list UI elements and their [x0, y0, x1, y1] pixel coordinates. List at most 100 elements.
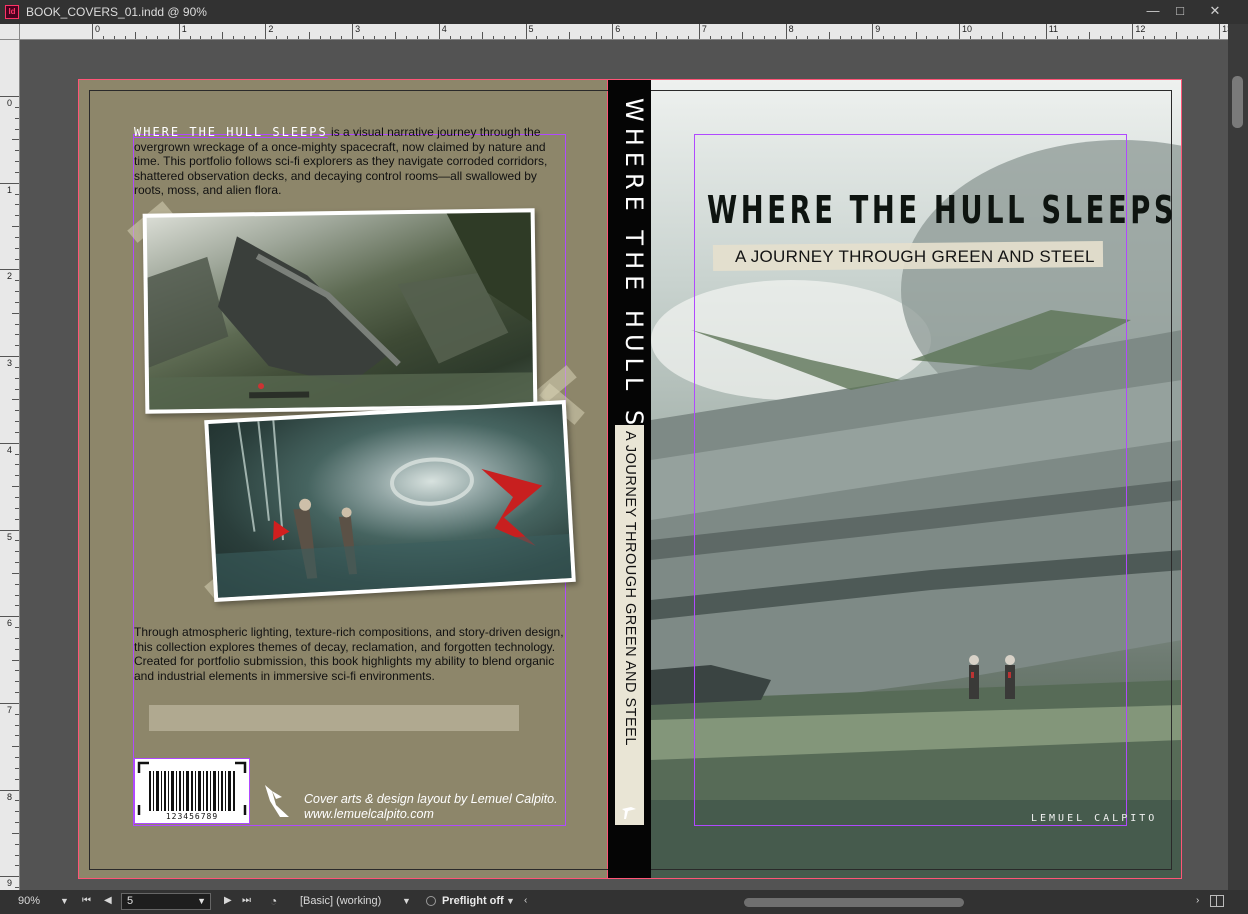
- previous-page-icon[interactable]: ◀: [104, 895, 112, 906]
- horizontal-scrollbar[interactable]: [530, 895, 1190, 909]
- page-number-field[interactable]: 5 ▼: [121, 893, 211, 910]
- ruler-label: 2: [268, 24, 274, 34]
- ruler-tick: [265, 24, 267, 39]
- ruler-label: 11: [1048, 24, 1059, 34]
- profile-dropdown-chevron-icon[interactable]: ▼: [402, 896, 411, 906]
- ruler-minor-tick: [568, 32, 570, 39]
- ruler-minor-tick: [742, 32, 744, 39]
- ruler-minor-tick: [1002, 32, 1004, 39]
- scroll-right-icon[interactable]: ›: [1196, 895, 1199, 906]
- ruler-tick: [352, 24, 354, 39]
- ruler-tick: [0, 616, 19, 618]
- first-page-icon[interactable]: ⏮: [82, 895, 91, 906]
- ruler-origin[interactable]: [0, 24, 20, 40]
- next-page-icon[interactable]: ▶: [224, 895, 232, 906]
- ruler-minor-tick: [915, 32, 917, 39]
- ruler-label: 4: [7, 444, 13, 455]
- ruler-label: 9: [7, 878, 13, 889]
- ruler-tick: [1219, 24, 1221, 39]
- flooded-corridor-photo[interactable]: [204, 400, 576, 602]
- author-name[interactable]: LEMUEL CALPITO: [1031, 813, 1157, 824]
- ruler-tick: [0, 789, 19, 791]
- title-bar: Id BOOK_COVERS_01.indd @ 90% — □ ✕: [0, 0, 1248, 24]
- ruler-label: 8: [7, 791, 13, 802]
- ruler-label: 5: [528, 24, 534, 34]
- ruler-label: 1: [7, 184, 13, 195]
- preflight-profile[interactable]: [Basic] (working): [300, 895, 381, 907]
- back-outro-paragraph[interactable]: Through atmospheric lighting, texture-ri…: [134, 625, 566, 683]
- ruler-tick: [525, 24, 527, 39]
- ruler-tick: [0, 529, 19, 531]
- front-title[interactable]: WHERE THE HULL SLEEPS: [707, 188, 1174, 232]
- ruler-label: 1: [181, 24, 187, 34]
- ruler-tick: [612, 24, 614, 39]
- preflight-dropdown-chevron-icon[interactable]: ▼: [506, 896, 515, 906]
- ruler-minor-tick: [135, 32, 137, 39]
- ruler-minor-tick: [12, 572, 19, 574]
- isbn-barcode[interactable]: 123456789: [134, 758, 250, 824]
- back-cover[interactable]: WHERE THE HULL SLEEPS is a visual narrat…: [78, 79, 609, 879]
- designer-logo-icon: [265, 785, 289, 817]
- spine[interactable]: WHERE THE HULL SLEEPS A JOURNEY THROUGH …: [608, 79, 651, 879]
- ruler-tick: [178, 24, 180, 39]
- split-window-icon[interactable]: [1210, 895, 1224, 907]
- close-button[interactable]: ✕: [1198, 0, 1232, 24]
- scroll-left-icon[interactable]: ‹: [524, 895, 527, 906]
- ruler-label: 5: [7, 531, 13, 542]
- ruler-label: 9: [875, 24, 881, 34]
- credit-line-1: Cover arts & design layout by Lemuel Cal…: [304, 792, 558, 806]
- open-in-folder-icon[interactable]: ◔: [270, 894, 277, 908]
- spine-logo-icon: [622, 807, 636, 819]
- ruler-label: 0: [95, 24, 101, 34]
- horizontal-scroll-thumb[interactable]: [744, 898, 964, 907]
- ruler-label: 10: [962, 24, 973, 34]
- ruler-tick: [698, 24, 700, 39]
- ruler-minor-tick: [828, 32, 830, 39]
- ruler-tick: [0, 442, 19, 444]
- spine-subtitle: A JOURNEY THROUGH GREEN AND STEEL: [622, 431, 638, 746]
- ruler-minor-tick: [12, 832, 19, 834]
- preflight-status[interactable]: Preflight off: [442, 895, 504, 907]
- ruler-minor-tick: [395, 32, 397, 39]
- ruler-label: 7: [701, 24, 707, 34]
- ruler-label: 3: [355, 24, 361, 34]
- last-page-icon[interactable]: ⏭: [242, 895, 251, 906]
- ruler-label: 2: [7, 271, 13, 282]
- photo-image: [208, 404, 572, 598]
- ruler-label: 4: [441, 24, 447, 34]
- ruler-minor-tick: [308, 32, 310, 39]
- spine-subtitle-band: A JOURNEY THROUGH GREEN AND STEEL: [615, 425, 644, 825]
- ruler-label: 3: [7, 358, 13, 369]
- page-dropdown-chevron-icon[interactable]: ▼: [197, 894, 206, 909]
- ruler-minor-tick: [482, 32, 484, 39]
- ruler-tick: [0, 182, 19, 184]
- front-cover[interactable]: WHERE THE HULL SLEEPS A JOURNEY THROUGH …: [651, 79, 1182, 879]
- maximize-button[interactable]: □: [1163, 0, 1197, 24]
- ruler-minor-tick: [12, 486, 19, 488]
- wreck-landscape-photo[interactable]: [142, 208, 538, 414]
- document-title: BOOK_COVERS_01.indd @ 90%: [26, 5, 207, 19]
- back-intro-paragraph[interactable]: WHERE THE HULL SLEEPS is a visual narrat…: [134, 125, 566, 198]
- ruler-minor-tick: [12, 746, 19, 748]
- book-cover-spread[interactable]: WHERE THE HULL SLEEPS is a visual narrat…: [78, 79, 1182, 879]
- zoom-dropdown-chevron-icon[interactable]: ▼: [60, 896, 69, 906]
- vertical-scrollbar[interactable]: [1228, 24, 1248, 890]
- ruler-label: 7: [7, 704, 13, 715]
- barcode-number: 123456789: [165, 812, 219, 821]
- ruler-tick: [1132, 24, 1134, 39]
- credit-website: www.lemuelcalpito.com: [304, 807, 434, 821]
- vertical-ruler[interactable]: 0 1 2 3 4 5 6 7 8 9: [0, 40, 20, 890]
- horizontal-ruler[interactable]: 012345678910111213: [20, 24, 1228, 40]
- margin-guide: [694, 134, 1127, 826]
- ruler-minor-tick: [222, 32, 224, 39]
- preflight-status-icon: [426, 896, 436, 906]
- ruler-tick: [0, 356, 19, 358]
- design-credit: Cover arts & design layout by Lemuel Cal…: [304, 792, 558, 822]
- zoom-level[interactable]: 90%: [18, 895, 40, 907]
- ruler-label: 12: [1135, 24, 1146, 34]
- ruler-label: 8: [788, 24, 794, 34]
- tape-strip: [149, 705, 519, 731]
- vertical-scroll-thumb[interactable]: [1232, 76, 1243, 128]
- front-subtitle[interactable]: A JOURNEY THROUGH GREEN AND STEEL: [735, 247, 1095, 267]
- ruler-tick: [0, 876, 19, 878]
